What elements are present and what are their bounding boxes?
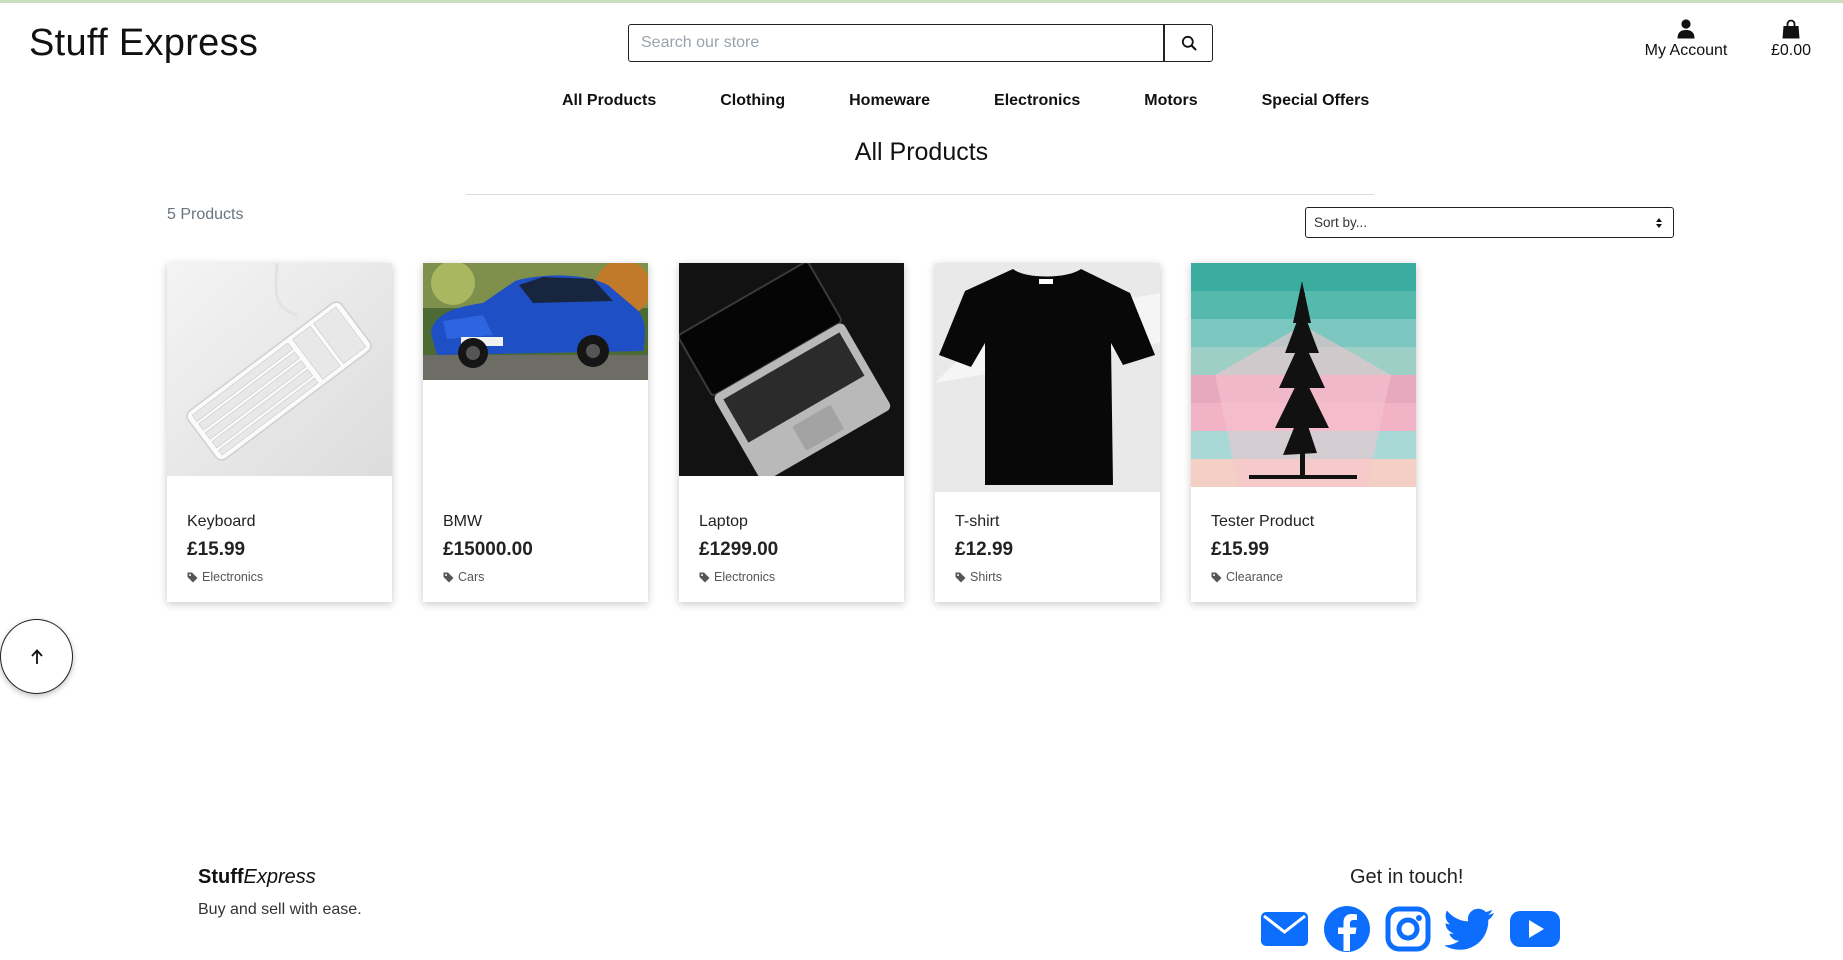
product-image-laptop[interactable] [679,263,904,476]
tag-icon [443,572,454,582]
product-image-tshirt[interactable] [935,263,1160,492]
my-account-link[interactable]: My Account [1638,19,1734,60]
product-price: £15.99 [187,539,246,560]
nav-all-products[interactable]: All Products [562,92,656,110]
product-grid: Keyboard £15.99 Electronics BMW £15000.0… [167,263,1447,602]
search-button[interactable] [1164,24,1213,62]
product-count: 5 Products [167,206,244,223]
tag-icon [955,572,966,582]
footer-logo-bold: Stuff [198,866,244,888]
tag-icon [699,572,710,582]
product-card[interactable]: Tester Product £15.99 Clearance [1191,263,1416,602]
product-price: £12.99 [955,539,1014,560]
product-category-link[interactable]: Cars [443,570,636,584]
product-card[interactable]: Laptop £1299.00 Electronics [679,263,904,602]
nav-clothing[interactable]: Clothing [720,92,785,110]
sort-select[interactable]: Sort by... [1305,207,1674,238]
nav-homeware[interactable]: Homeware [849,92,930,110]
social-links [1260,905,1575,958]
my-account-label: My Account [1644,42,1728,59]
product-image-bmw[interactable] [423,263,648,380]
tag-icon [1211,572,1222,582]
product-category-link[interactable]: Shirts [955,570,1148,584]
shopping-bag-icon [1782,19,1800,39]
instagram-icon[interactable] [1385,906,1431,957]
page-title: All Products [854,138,989,166]
product-price: £1299.00 [699,539,779,560]
select-arrows-icon [1656,217,1662,228]
sort-selected-value: Sort by... [1314,215,1368,230]
product-image-keyboard[interactable] [167,263,392,476]
arrow-up-icon [30,648,43,664]
nav-electronics[interactable]: Electronics [994,92,1080,110]
product-name: BMW [443,513,483,530]
main-nav: All Products Clothing Homeware Electroni… [562,92,1433,110]
product-category: Clearance [1226,570,1283,584]
nav-motors[interactable]: Motors [1144,92,1197,110]
product-category: Shirts [970,570,1002,584]
footer-logo-italic: Express [243,866,316,888]
product-name: T-shirt [955,513,1000,530]
site-logo[interactable]: Stuff Express [29,22,258,65]
footer-logo: StuffExpress [198,866,316,889]
envelope-icon[interactable] [1260,910,1309,953]
product-category: Electronics [714,570,776,584]
product-image-tester[interactable] [1191,263,1416,487]
search-icon [1181,35,1196,51]
bag-total: £0.00 [1770,42,1812,59]
product-category-link[interactable]: Clearance [1211,570,1404,584]
nav-special-offers[interactable]: Special Offers [1262,92,1370,110]
product-category: Cars [458,570,485,584]
product-card[interactable]: BMW £15000.00 Cars [423,263,648,602]
product-category: Electronics [202,570,264,584]
user-icon [1677,19,1695,39]
footer-tagline: Buy and sell with ease. [198,901,362,918]
search-input[interactable] [628,24,1164,62]
twitter-icon[interactable] [1444,908,1495,955]
product-category-link[interactable]: Electronics [187,570,380,584]
search-form [628,24,1213,62]
tag-icon [187,572,198,582]
product-price: £15000.00 [443,539,533,560]
top-accent-strip [0,0,1843,3]
product-card[interactable]: Keyboard £15.99 Electronics [167,263,392,602]
product-name: Tester Product [1211,513,1315,530]
scroll-to-top-button[interactable] [0,619,73,694]
product-name: Laptop [699,513,748,530]
footer-contact-heading: Get in touch! [1350,866,1464,888]
product-price: £15.99 [1211,539,1270,560]
product-category-link[interactable]: Electronics [699,570,892,584]
product-name: Keyboard [187,513,256,530]
youtube-icon[interactable] [1509,910,1561,953]
title-divider [466,194,1374,195]
facebook-icon[interactable] [1323,905,1371,958]
product-card[interactable]: T-shirt £12.99 Shirts [935,263,1160,602]
shopping-bag-link[interactable]: £0.00 [1763,19,1819,60]
